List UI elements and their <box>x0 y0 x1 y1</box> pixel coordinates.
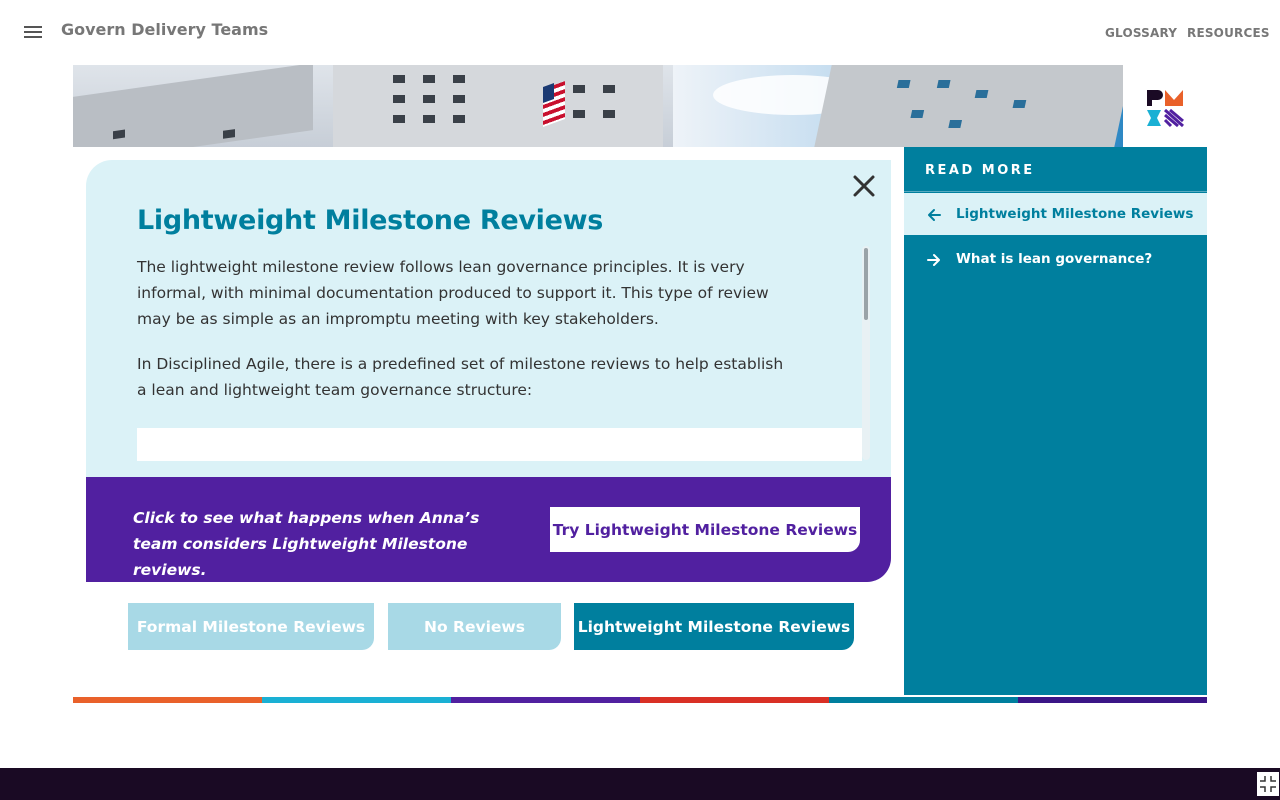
lightweight-milestone-reviews-button[interactable]: Lightweight Milestone Reviews <box>574 603 854 650</box>
formal-milestone-reviews-button[interactable]: Formal Milestone Reviews <box>128 603 374 650</box>
footer-bar <box>0 768 1280 800</box>
pmi-logo <box>1147 90 1184 128</box>
no-reviews-button[interactable]: No Reviews <box>388 603 561 650</box>
card-title: Lightweight Milestone Reviews <box>137 205 604 236</box>
glossary-link[interactable]: GLOSSARY <box>1105 26 1177 40</box>
read-more-item-label: What is lean governance? <box>956 251 1153 267</box>
content-list-box <box>137 428 862 461</box>
read-more-item-lightweight[interactable]: Lightweight Milestone Reviews <box>904 193 1207 235</box>
try-lightweight-reviews-button[interactable]: Try Lightweight Milestone Reviews <box>550 507 860 552</box>
building-center <box>333 65 663 147</box>
hero-banner-image <box>73 65 1123 147</box>
read-more-item-lean-governance[interactable]: What is lean governance? <box>904 238 1207 280</box>
building-left <box>73 65 313 147</box>
read-more-title: READ MORE <box>925 163 1035 178</box>
close-icon[interactable] <box>851 173 877 199</box>
cta-text: Click to see what happens when Anna’s te… <box>133 509 480 579</box>
arrow-left-icon <box>928 209 941 221</box>
card-paragraph: In Disciplined Agile, there is a predefi… <box>137 355 784 399</box>
color-stripe <box>73 697 1207 703</box>
building-right <box>814 65 1123 147</box>
read-more-item-label: Lightweight Milestone Reviews <box>956 206 1194 222</box>
arrow-right-icon <box>927 254 940 266</box>
top-bar: Govern Delivery Teams GLOSSARY RESOURCES <box>0 0 1280 64</box>
app-title: Govern Delivery Teams <box>61 20 269 39</box>
hamburger-icon[interactable] <box>24 26 42 40</box>
resources-link[interactable]: RESOURCES <box>1187 26 1270 40</box>
card-paragraph: The lightweight milestone review follows… <box>137 258 769 328</box>
exit-fullscreen-icon[interactable] <box>1257 772 1279 796</box>
scrollbar-thumb[interactable] <box>864 248 868 320</box>
